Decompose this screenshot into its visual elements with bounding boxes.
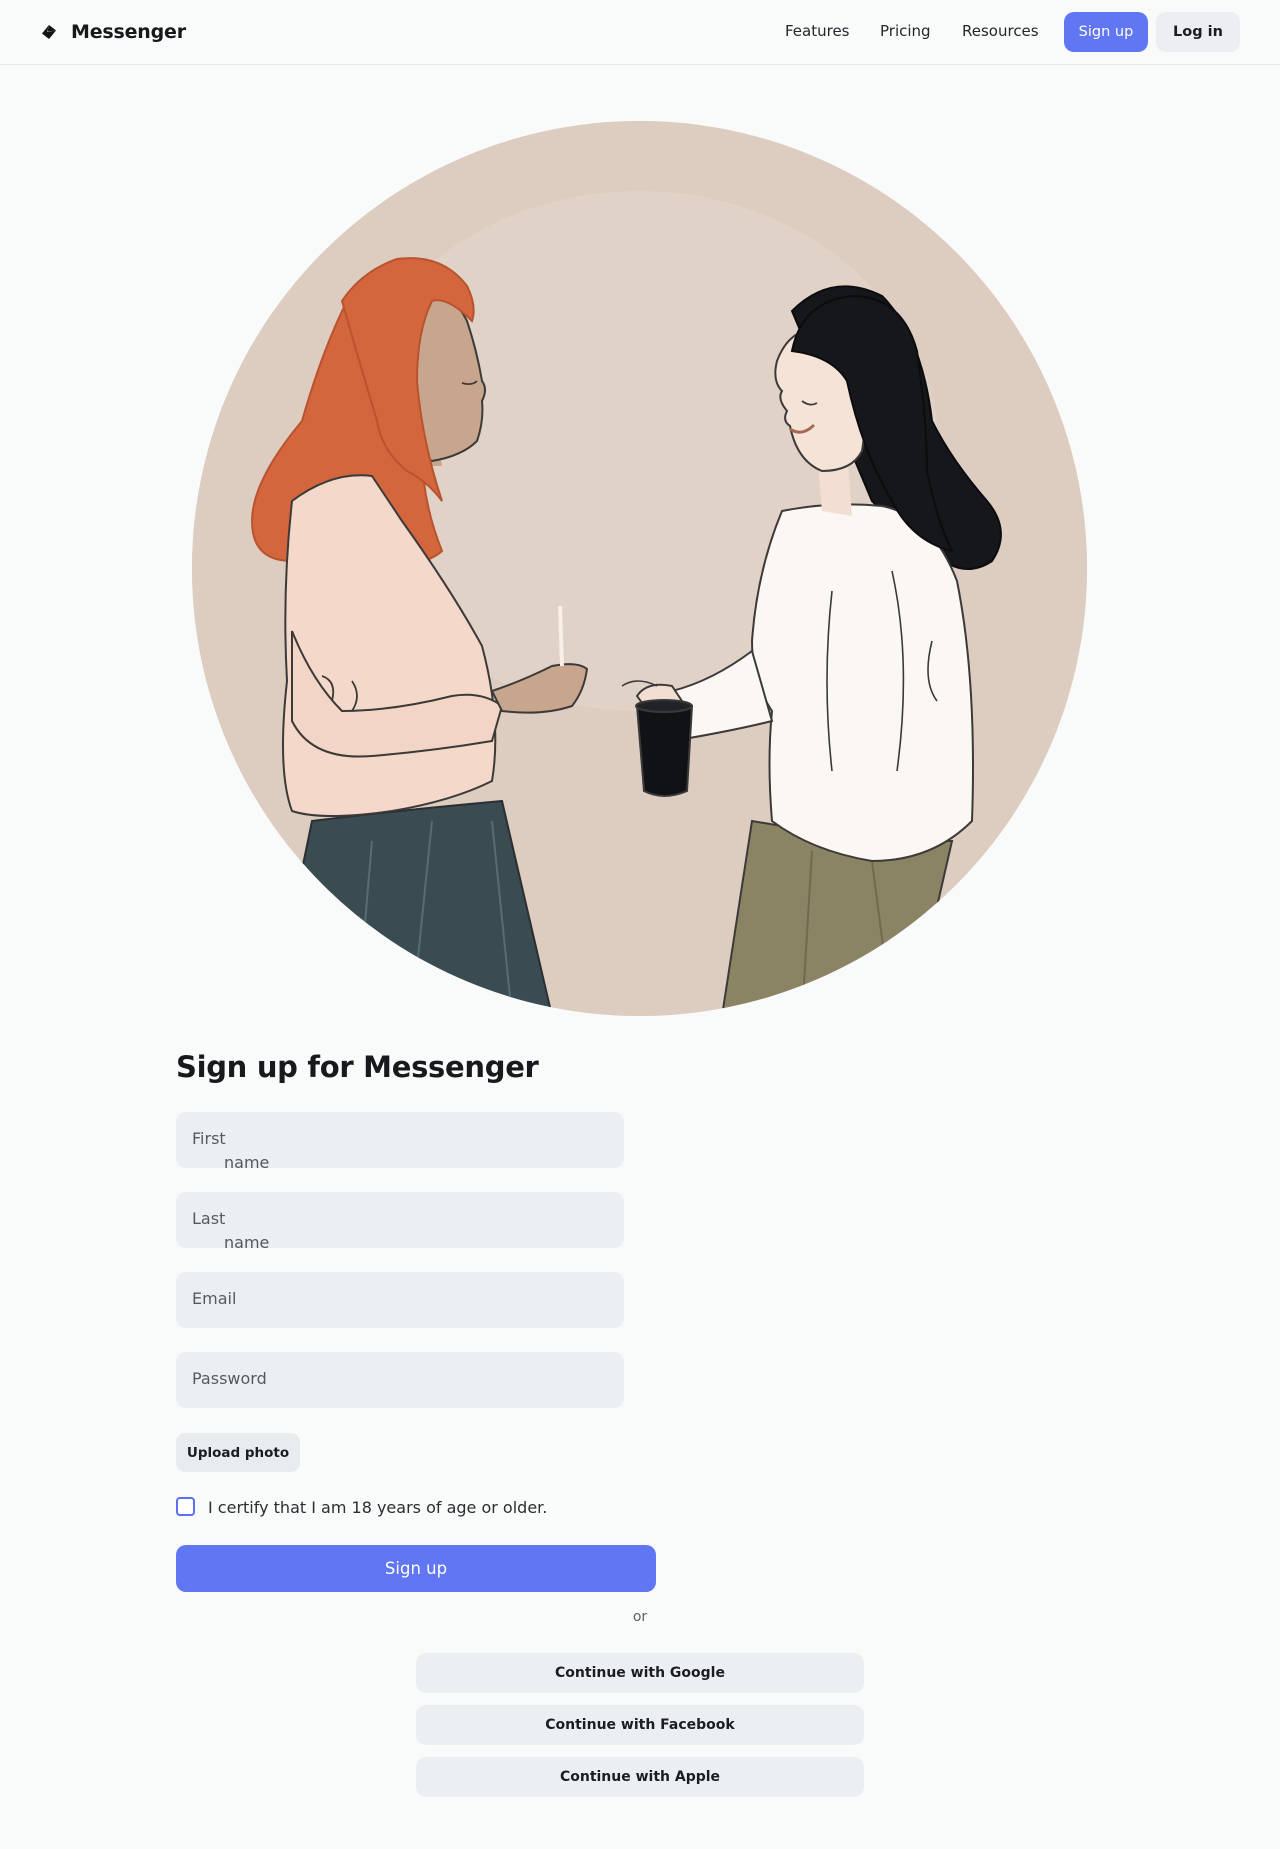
messenger-logo-icon [39,22,59,42]
nav-link-resources[interactable]: Resources [962,22,1039,40]
age-certify-checkbox[interactable] [176,1497,195,1516]
password-input[interactable] [176,1352,624,1408]
email-field[interactable]: Email [176,1272,624,1328]
top-navbar: Messenger Features Pricing Resources Sig… [0,0,1280,65]
hero-illustration [192,121,1087,1016]
nav-link-pricing[interactable]: Pricing [880,22,931,40]
brand-name: Messenger [71,21,186,43]
first-name-input[interactable] [176,1112,624,1168]
first-name-field[interactable]: First name [176,1112,624,1168]
password-field[interactable]: Password [176,1352,624,1408]
last-name-input[interactable] [176,1192,624,1248]
signup-submit-button[interactable]: Sign up [176,1545,656,1592]
or-divider: or [632,1609,648,1625]
header-login-button[interactable]: Log in [1156,12,1240,52]
brand[interactable]: Messenger [39,17,186,47]
two-women-chatting-illustration [192,121,1087,1016]
continue-with-facebook-button[interactable]: Continue with Facebook [416,1705,864,1745]
email-input[interactable] [176,1272,624,1328]
last-name-field[interactable]: Last name [176,1192,624,1248]
upload-photo-button[interactable]: Upload photo [176,1433,300,1472]
header-signup-button[interactable]: Sign up [1064,12,1148,52]
signup-title: Sign up for Messenger [176,1050,539,1084]
continue-with-google-button[interactable]: Continue with Google [416,1653,864,1693]
age-certify-label[interactable]: I certify that I am 18 years of age or o… [208,1498,547,1517]
continue-with-apple-button[interactable]: Continue with Apple [416,1757,864,1797]
nav-link-features[interactable]: Features [785,22,850,40]
